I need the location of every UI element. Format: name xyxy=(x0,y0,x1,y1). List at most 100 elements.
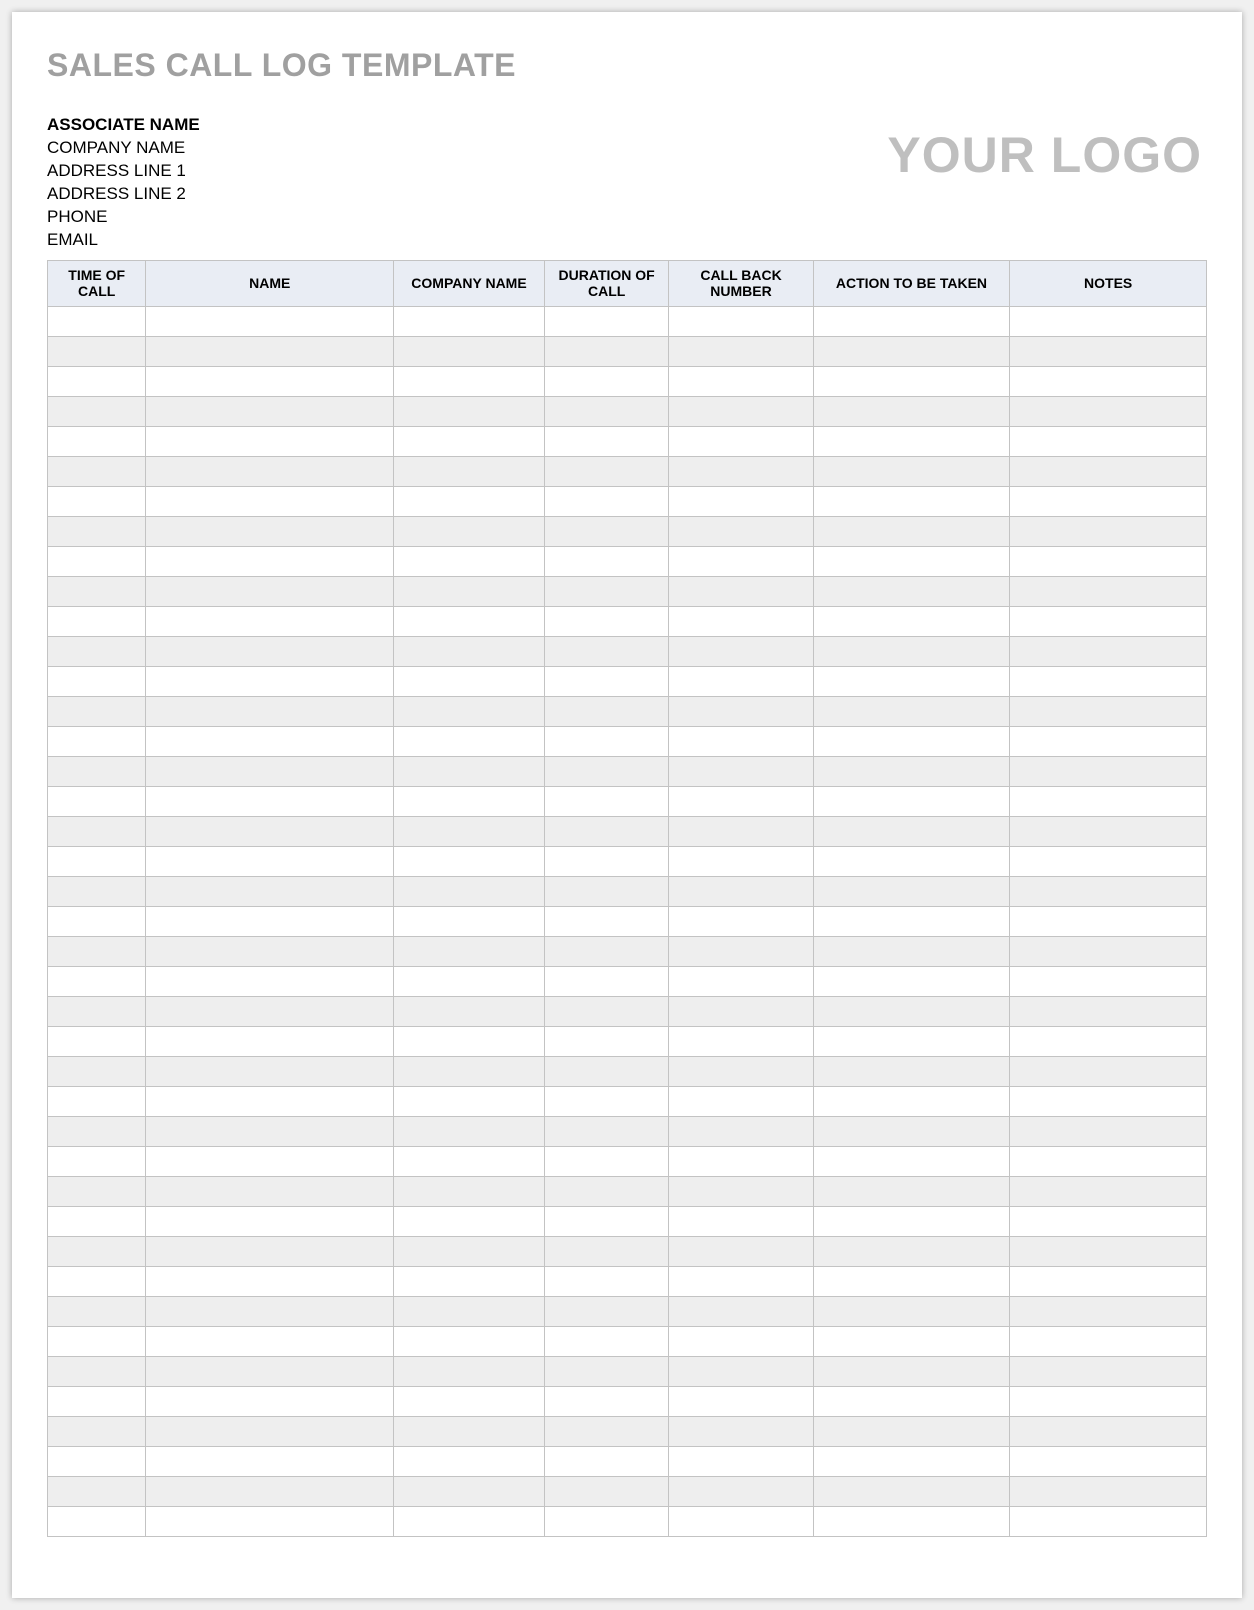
table-cell[interactable] xyxy=(48,577,146,607)
table-cell[interactable] xyxy=(48,1087,146,1117)
table-cell[interactable] xyxy=(1010,1357,1207,1387)
table-cell[interactable] xyxy=(394,307,545,337)
table-cell[interactable] xyxy=(394,1057,545,1087)
table-cell[interactable] xyxy=(544,1207,669,1237)
table-cell[interactable] xyxy=(1010,577,1207,607)
table-cell[interactable] xyxy=(146,907,394,937)
table-cell[interactable] xyxy=(1010,1177,1207,1207)
table-cell[interactable] xyxy=(544,937,669,967)
table-cell[interactable] xyxy=(1010,457,1207,487)
table-cell[interactable] xyxy=(394,1297,545,1327)
table-cell[interactable] xyxy=(544,1477,669,1507)
table-cell[interactable] xyxy=(813,787,1010,817)
table-cell[interactable] xyxy=(146,1147,394,1177)
table-cell[interactable] xyxy=(669,457,813,487)
table-cell[interactable] xyxy=(1010,517,1207,547)
table-cell[interactable] xyxy=(394,637,545,667)
table-cell[interactable] xyxy=(48,1177,146,1207)
table-cell[interactable] xyxy=(669,367,813,397)
table-cell[interactable] xyxy=(48,337,146,367)
table-cell[interactable] xyxy=(48,1387,146,1417)
table-cell[interactable] xyxy=(544,817,669,847)
table-cell[interactable] xyxy=(394,1087,545,1117)
table-cell[interactable] xyxy=(669,1297,813,1327)
table-cell[interactable] xyxy=(146,817,394,847)
table-cell[interactable] xyxy=(1010,427,1207,457)
table-cell[interactable] xyxy=(1010,1417,1207,1447)
table-cell[interactable] xyxy=(146,1447,394,1477)
table-cell[interactable] xyxy=(544,577,669,607)
table-cell[interactable] xyxy=(48,307,146,337)
table-cell[interactable] xyxy=(394,967,545,997)
table-cell[interactable] xyxy=(544,1507,669,1537)
table-cell[interactable] xyxy=(544,1177,669,1207)
table-cell[interactable] xyxy=(813,697,1010,727)
table-cell[interactable] xyxy=(813,637,1010,667)
table-cell[interactable] xyxy=(146,1087,394,1117)
table-cell[interactable] xyxy=(813,907,1010,937)
table-cell[interactable] xyxy=(813,1507,1010,1537)
table-cell[interactable] xyxy=(669,727,813,757)
table-cell[interactable] xyxy=(669,1207,813,1237)
table-cell[interactable] xyxy=(669,1477,813,1507)
table-cell[interactable] xyxy=(394,787,545,817)
table-cell[interactable] xyxy=(669,1177,813,1207)
table-cell[interactable] xyxy=(1010,1087,1207,1117)
table-cell[interactable] xyxy=(544,847,669,877)
table-cell[interactable] xyxy=(669,847,813,877)
table-cell[interactable] xyxy=(1010,1387,1207,1417)
table-cell[interactable] xyxy=(544,1327,669,1357)
table-cell[interactable] xyxy=(1010,487,1207,517)
table-cell[interactable] xyxy=(48,1507,146,1537)
table-cell[interactable] xyxy=(1010,907,1207,937)
table-cell[interactable] xyxy=(48,697,146,727)
table-cell[interactable] xyxy=(1010,877,1207,907)
table-cell[interactable] xyxy=(48,1117,146,1147)
table-cell[interactable] xyxy=(813,487,1010,517)
table-cell[interactable] xyxy=(544,967,669,997)
table-cell[interactable] xyxy=(669,1417,813,1447)
table-cell[interactable] xyxy=(669,1387,813,1417)
table-cell[interactable] xyxy=(813,667,1010,697)
table-cell[interactable] xyxy=(1010,1207,1207,1237)
table-cell[interactable] xyxy=(394,1177,545,1207)
table-cell[interactable] xyxy=(544,1087,669,1117)
table-cell[interactable] xyxy=(813,997,1010,1027)
table-cell[interactable] xyxy=(544,457,669,487)
table-cell[interactable] xyxy=(544,367,669,397)
table-cell[interactable] xyxy=(1010,847,1207,877)
table-cell[interactable] xyxy=(146,757,394,787)
table-cell[interactable] xyxy=(146,307,394,337)
table-cell[interactable] xyxy=(544,907,669,937)
table-cell[interactable] xyxy=(48,937,146,967)
table-cell[interactable] xyxy=(669,1027,813,1057)
table-cell[interactable] xyxy=(48,1267,146,1297)
table-cell[interactable] xyxy=(1010,1477,1207,1507)
table-cell[interactable] xyxy=(813,937,1010,967)
table-cell[interactable] xyxy=(669,1327,813,1357)
table-cell[interactable] xyxy=(544,307,669,337)
table-cell[interactable] xyxy=(394,1237,545,1267)
table-cell[interactable] xyxy=(544,877,669,907)
table-cell[interactable] xyxy=(813,1417,1010,1447)
table-cell[interactable] xyxy=(146,1507,394,1537)
table-cell[interactable] xyxy=(813,1057,1010,1087)
table-cell[interactable] xyxy=(1010,1057,1207,1087)
table-cell[interactable] xyxy=(813,847,1010,877)
table-cell[interactable] xyxy=(813,817,1010,847)
table-cell[interactable] xyxy=(813,967,1010,997)
table-cell[interactable] xyxy=(669,667,813,697)
table-cell[interactable] xyxy=(394,1417,545,1447)
table-cell[interactable] xyxy=(813,1447,1010,1477)
table-cell[interactable] xyxy=(1010,307,1207,337)
table-cell[interactable] xyxy=(48,607,146,637)
table-cell[interactable] xyxy=(146,1417,394,1447)
table-cell[interactable] xyxy=(813,1087,1010,1117)
table-cell[interactable] xyxy=(544,1027,669,1057)
table-cell[interactable] xyxy=(394,817,545,847)
table-cell[interactable] xyxy=(544,1117,669,1147)
table-cell[interactable] xyxy=(48,787,146,817)
table-cell[interactable] xyxy=(48,817,146,847)
table-cell[interactable] xyxy=(544,1387,669,1417)
table-cell[interactable] xyxy=(669,517,813,547)
